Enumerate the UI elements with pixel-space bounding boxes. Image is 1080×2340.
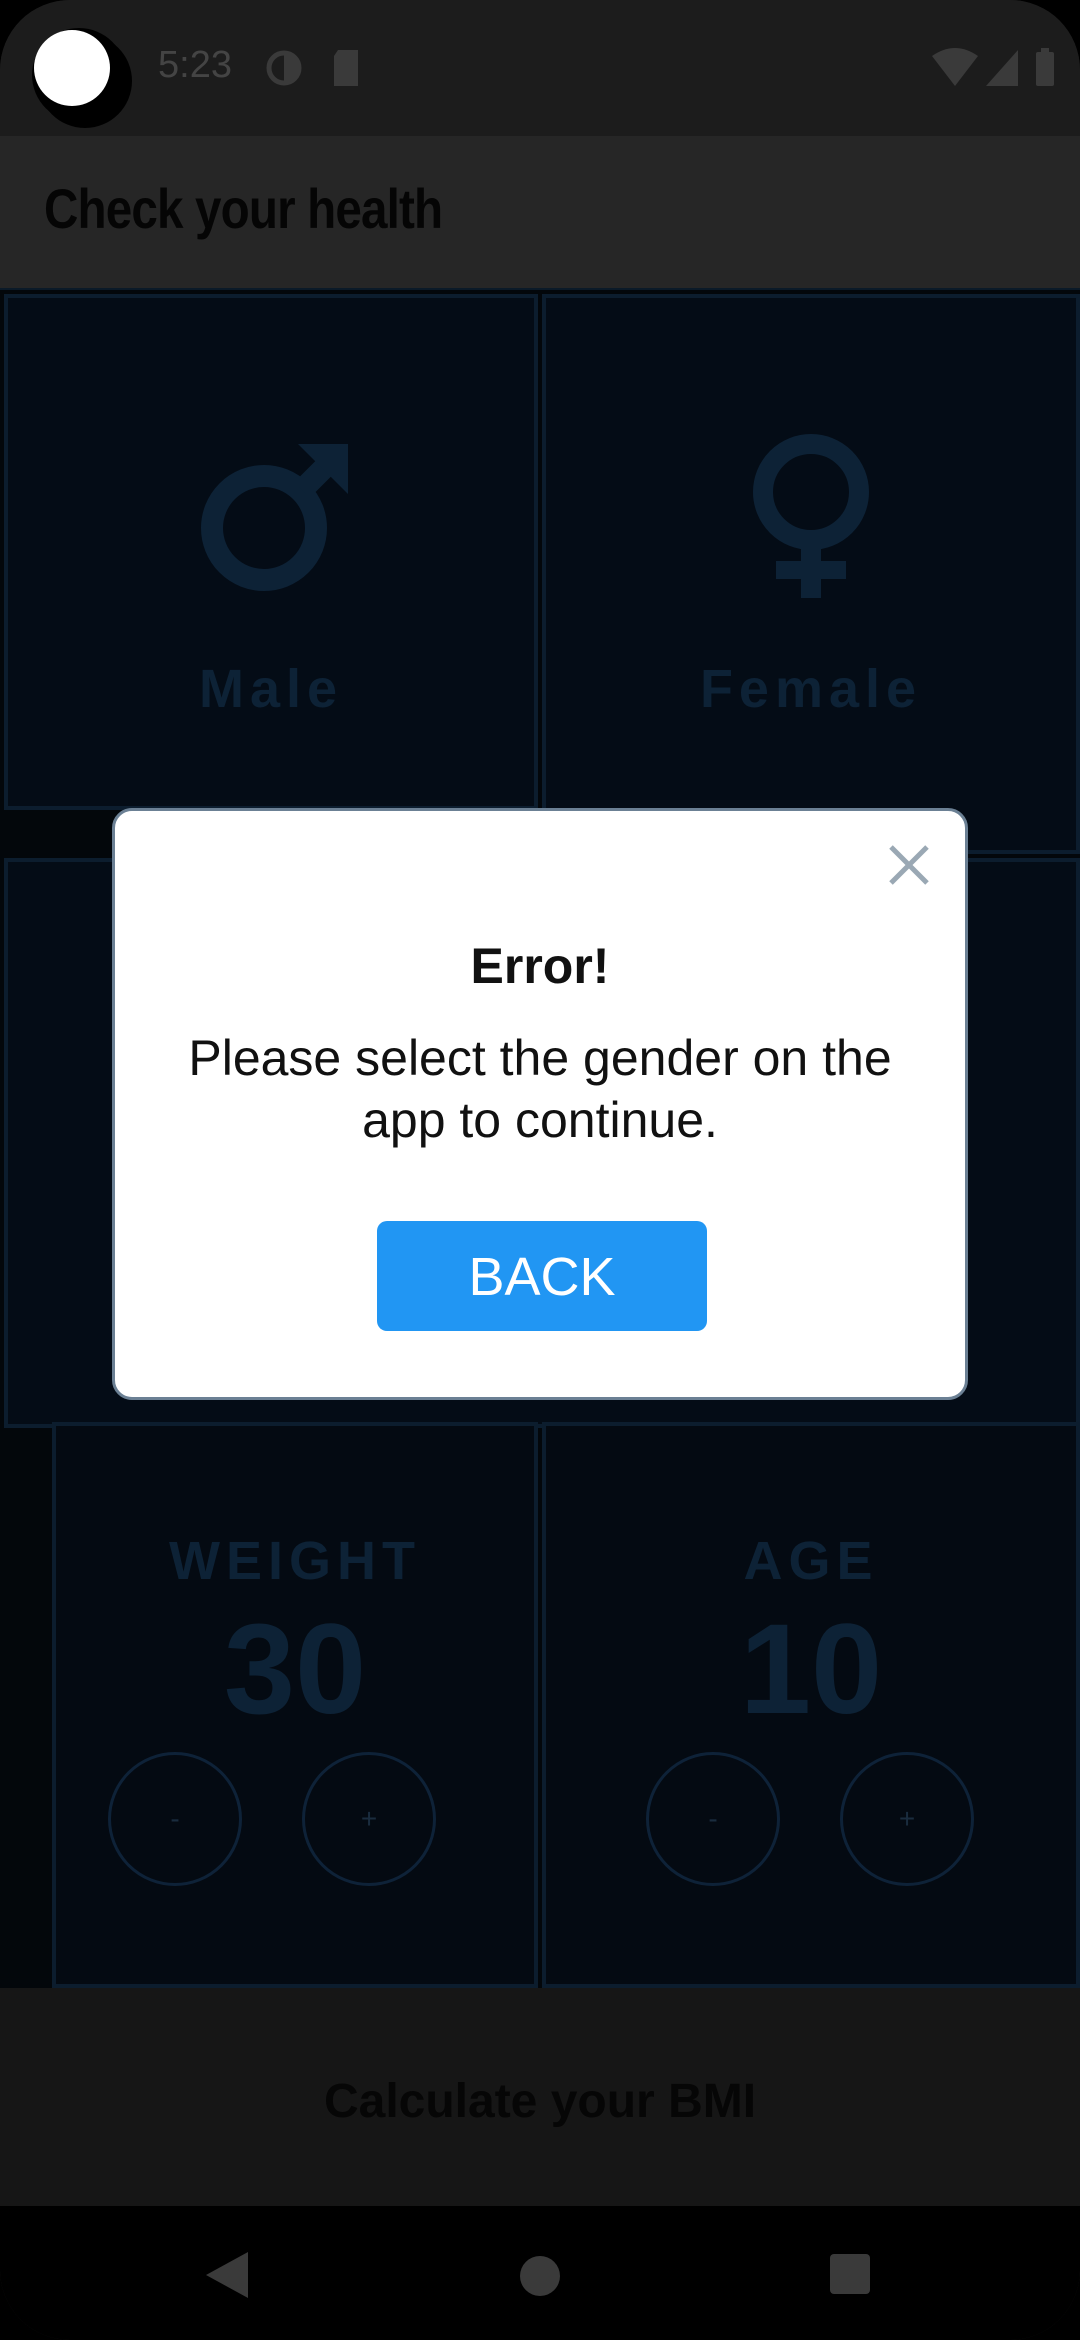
weight-value: 30 xyxy=(223,1598,367,1741)
phone-screen: 5:23 Check your health Male Female WEIGH… xyxy=(0,0,1080,2340)
battery-icon xyxy=(1036,48,1054,86)
weight-plus-button[interactable]: + xyxy=(302,1752,436,1886)
cell-signal-icon xyxy=(986,50,1018,86)
home-nav-icon[interactable] xyxy=(518,2254,562,2298)
error-dialog: Error! Please select the gender on the a… xyxy=(112,808,968,1400)
page-title: Check your health xyxy=(44,177,443,240)
status-time: 5:23 xyxy=(158,44,232,86)
recents-nav-icon[interactable] xyxy=(828,2252,872,2296)
weight-label: WEIGHT xyxy=(169,1531,421,1591)
age-card: AGE 10 - + xyxy=(542,1422,1080,1988)
data-saver-icon xyxy=(266,50,302,86)
weight-minus-button[interactable]: - xyxy=(108,1752,242,1886)
age-minus-button[interactable]: - xyxy=(646,1752,780,1886)
status-bar: 5:23 xyxy=(0,0,1080,136)
dialog-title: Error! xyxy=(470,938,610,994)
weight-card: WEIGHT 30 - + xyxy=(52,1422,538,1988)
dialog-message: Please select the gender on the app to c… xyxy=(188,1030,892,1148)
male-symbol-icon xyxy=(201,444,348,591)
male-card[interactable]: Male xyxy=(4,294,538,810)
age-label: AGE xyxy=(743,1531,879,1591)
camera-cutout xyxy=(32,28,126,122)
female-label: Female xyxy=(699,659,923,719)
back-button[interactable]: BACK xyxy=(377,1221,707,1331)
female-symbol-icon xyxy=(753,434,869,598)
male-label: Male xyxy=(198,659,344,719)
sd-card-icon xyxy=(334,50,358,86)
calculate-bmi-label: Calculate your BMI xyxy=(323,2075,757,2128)
age-value: 10 xyxy=(739,1598,883,1741)
back-nav-icon[interactable] xyxy=(204,2250,250,2300)
navigation-bar xyxy=(0,2206,1080,2340)
female-card[interactable]: Female xyxy=(542,294,1080,854)
age-plus-button[interactable]: + xyxy=(840,1752,974,1886)
calculate-bmi-button[interactable]: Calculate your BMI xyxy=(0,1988,1080,2206)
close-icon[interactable] xyxy=(881,837,937,893)
camera-lens-icon xyxy=(34,30,110,106)
wifi-icon xyxy=(932,48,978,86)
